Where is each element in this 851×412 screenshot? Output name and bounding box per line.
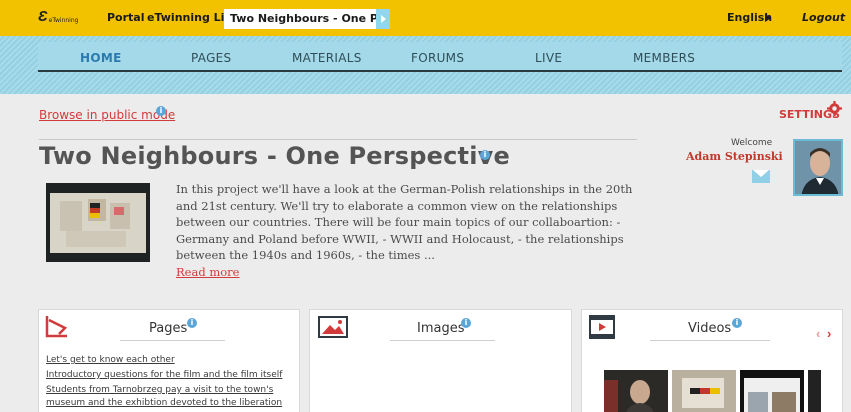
title-info-icon[interactable]: i — [480, 150, 490, 160]
pages-info-icon[interactable]: i — [187, 318, 197, 328]
video-thumb-4[interactable] — [808, 370, 821, 412]
thumbnail-image — [46, 183, 150, 262]
browse-public-mode-link[interactable]: Browse in public mode — [39, 108, 175, 122]
videos-info-icon[interactable]: i — [732, 318, 742, 328]
next-arrow-icon[interactable]: › — [827, 326, 831, 341]
nav-pages[interactable]: PAGES — [191, 51, 231, 65]
nav-forums[interactable]: FORUMS — [411, 51, 464, 65]
page-link-1[interactable]: Let's get to know each other — [46, 355, 175, 365]
prev-arrow-icon[interactable]: ‹ — [816, 326, 820, 341]
images-panel-title: Images — [417, 321, 465, 336]
videos-panel-title: Videos — [688, 321, 732, 336]
welcome-label: Welcome — [731, 138, 773, 148]
page-link-3[interactable]: Students from Tarnobrzeg pay a visit to … — [46, 385, 273, 395]
portal-link[interactable]: Portal — [107, 11, 145, 24]
nav-home[interactable]: HOME — [80, 51, 122, 65]
page-link-2[interactable]: Introductory questions for the film and … — [46, 370, 282, 380]
video-thumb-3[interactable] — [740, 370, 804, 412]
tab-arrow-icon[interactable] — [376, 9, 390, 29]
top-bar: Ɛ eTwinning Portal eTwinning Live Two Ne… — [0, 0, 851, 36]
images-title-underline — [390, 340, 495, 341]
user-name[interactable]: Adam Stepinski — [686, 150, 783, 163]
project-title: Two Neighbours - One Perspective — [39, 142, 510, 170]
images-icon — [318, 316, 348, 338]
video-thumb-2-image — [672, 370, 736, 412]
project-description: In this project we'll have a look at the… — [176, 182, 633, 262]
etwinning-logo[interactable]: Ɛ eTwinning — [38, 9, 78, 24]
pages-title-underline — [120, 340, 225, 341]
videos-title-underline — [650, 340, 770, 341]
video-thumb-1[interactable] — [604, 370, 668, 412]
avatar[interactable] — [793, 139, 843, 196]
nav-members[interactable]: MEMBERS — [633, 51, 695, 65]
video-thumb-2[interactable] — [672, 370, 736, 412]
logo-text: eTwinning — [48, 17, 79, 24]
mail-icon[interactable] — [752, 170, 770, 183]
project-thumbnail — [46, 183, 150, 262]
divider — [39, 139, 637, 140]
nav-live[interactable]: LIVE — [535, 51, 562, 65]
videos-icon — [589, 315, 615, 339]
video-thumb-3-image — [740, 370, 804, 412]
pages-icon — [45, 316, 68, 338]
page-link-3-cont[interactable]: museum and the exhibtion devoted to the … — [46, 398, 282, 408]
images-info-icon[interactable]: i — [461, 318, 471, 328]
browse-label[interactable]: Browse in public mode — [39, 108, 175, 122]
video-thumb-1-image — [604, 370, 668, 412]
video-carousel-arrows: ‹ › — [816, 326, 831, 341]
avatar-photo — [795, 141, 841, 194]
nav-materials[interactable]: MATERIALS — [292, 51, 362, 65]
read-more-link[interactable]: Read more — [176, 265, 239, 279]
gear-icon[interactable] — [827, 101, 842, 116]
pages-panel-title: Pages — [149, 321, 188, 336]
logout-link[interactable]: Logout — [802, 11, 845, 24]
project-title-text: Two Neighbours - One Perspective — [39, 142, 510, 170]
info-icon[interactable]: i — [156, 106, 166, 116]
logo-mark: Ɛ — [38, 8, 48, 25]
language-arrow-icon[interactable] — [765, 14, 771, 22]
current-project-tab[interactable]: Two Neighbours - One Pers... — [224, 9, 376, 29]
